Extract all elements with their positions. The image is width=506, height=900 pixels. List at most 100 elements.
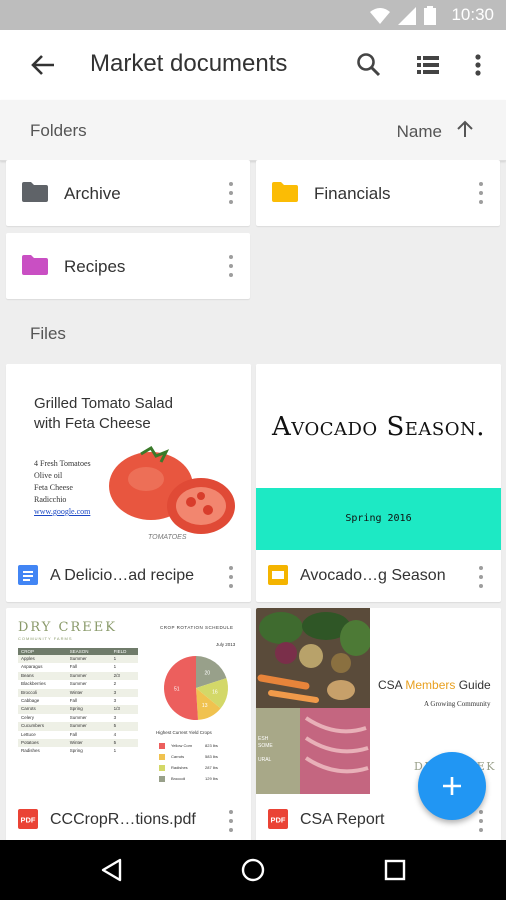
more-vert-icon[interactable] — [227, 182, 235, 204]
more-vert-icon[interactable] — [477, 810, 485, 832]
system-nav-bar — [0, 840, 506, 900]
nav-back-icon[interactable] — [100, 858, 124, 887]
status-time: 10:30 — [451, 5, 494, 24]
table-cell: Summer — [69, 681, 87, 687]
more-vert-icon[interactable] — [477, 182, 485, 204]
recipe-title-line1: Grilled Tomato Salad — [34, 395, 173, 412]
file-thumbnail: Avocado Season. Spring 2016 — [256, 364, 501, 550]
table-row: Broccoli Winter 3 — [18, 688, 138, 697]
svg-text:PDF: PDF — [21, 816, 36, 825]
table-cell: Winter — [69, 739, 83, 745]
file-name: Avocado…g Season — [300, 567, 446, 584]
recipe-title-line2: with Feta Cheese — [34, 415, 151, 432]
table-cell: Lettuce — [21, 731, 36, 737]
folder-archive[interactable]: Archive — [6, 160, 250, 226]
pdf-icon: PDF — [18, 809, 38, 829]
folder-recipes[interactable]: Recipes — [6, 233, 250, 299]
table-row: Blackberries Summer 2 — [18, 680, 138, 689]
table-cell: Potatoes — [21, 739, 39, 745]
file-thumbnail: DRY CREEK COMMUNITY FARMS CROP ROTATION … — [6, 608, 251, 794]
table-cell: Fall — [69, 697, 78, 703]
legend-item: Broccoli 129 lbs — [159, 773, 218, 784]
table-cell: 1 — [113, 656, 117, 661]
nav-home-icon[interactable] — [241, 858, 265, 887]
csa-title-b: Members — [405, 678, 456, 692]
folder-icon — [22, 255, 48, 275]
legend-swatch — [159, 764, 165, 771]
file-card-recipe[interactable]: Grilled Tomato Salad with Feta Cheese 4 … — [6, 364, 251, 602]
table-cell: Winter — [69, 689, 83, 695]
ingredient: Feta Cheese — [34, 483, 73, 492]
file-footer: PDF CCCropR…tions.pdf — [6, 794, 251, 844]
legend-label: Broccoli — [171, 776, 186, 781]
table-cell: Fall — [69, 664, 78, 670]
table-cell: 1 — [113, 664, 117, 670]
more-vert-icon[interactable] — [227, 810, 235, 832]
add-button[interactable] — [418, 752, 486, 820]
csa-title: CSA Members Guide — [378, 678, 491, 692]
table-cell: 3 — [113, 689, 117, 695]
folder-label: Archive — [64, 184, 121, 203]
nav-recents-icon[interactable] — [384, 859, 406, 886]
docs-icon — [18, 565, 38, 585]
sort-bar: Folders Name — [0, 100, 506, 161]
table-cell: Cucumbers — [21, 723, 45, 729]
vegetables-photo — [256, 608, 372, 799]
more-vert-icon[interactable] — [227, 255, 235, 277]
folder-label: Recipes — [64, 257, 126, 276]
pie-label: 16 — [212, 690, 218, 696]
table-cell: Fall — [69, 731, 78, 737]
ingredient: Olive oil — [34, 471, 63, 480]
sort-by-name-button[interactable]: Name — [397, 120, 474, 143]
list-view-icon[interactable] — [413, 50, 443, 80]
table-cell: 1 — [113, 748, 117, 754]
file-card-crop-rotations[interactable]: DRY CREEK COMMUNITY FARMS CROP ROTATION … — [6, 608, 251, 844]
pie-label: 51 — [174, 687, 180, 693]
table-cell: 5 — [113, 739, 117, 745]
status-bar: 10:30 — [0, 0, 506, 30]
csa-title-a: CSA — [378, 678, 406, 692]
file-name: CSA Report — [300, 811, 385, 828]
legend-swatch — [159, 753, 165, 760]
table-cell: 3 — [113, 697, 117, 703]
arrow-up-icon — [456, 120, 474, 143]
legend-value: 823 lbs — [205, 743, 218, 748]
farm-subtitle: COMMUNITY FARMS — [18, 636, 73, 641]
ingredient: 4 Fresh Tomatoes — [34, 459, 91, 468]
table-cell: 1/3 — [113, 706, 120, 712]
more-vert-icon[interactable] — [466, 50, 496, 80]
app-bar: Market documents — [0, 30, 506, 101]
file-footer: A Delicio…ad recipe — [6, 550, 251, 602]
yield-title: Highest Current Yield Crops — [156, 730, 212, 735]
table-header-cell: CROP — [21, 649, 35, 654]
pie-label: 20 — [205, 670, 211, 676]
table-cell: Spring — [69, 706, 83, 712]
table-cell: Summer — [69, 656, 87, 661]
table-cell: 2/3 — [113, 672, 120, 678]
pie-label: 13 — [202, 703, 208, 709]
legend-swatch — [159, 742, 165, 749]
table-cell: Blackberries — [21, 681, 46, 687]
table-cell: Carrots — [21, 706, 36, 712]
sort-label: Name — [396, 121, 442, 141]
table-cell: Spring — [69, 748, 83, 754]
slide-title: Avocado Season. — [272, 412, 485, 442]
photo-side-text: ESH SOME URAL — [258, 736, 273, 763]
legend-label: Radishes — [171, 765, 188, 770]
table-cell: Radishes — [21, 748, 40, 754]
search-icon[interactable] — [354, 50, 384, 80]
legend-item: Carrots 583 lbs — [159, 751, 218, 762]
ingredient: Radicchio — [34, 495, 67, 504]
folder-icon — [272, 182, 298, 202]
table-row: Lettuce Fall 4 — [18, 730, 138, 739]
folder-financials[interactable]: Financials — [256, 160, 500, 226]
svg-text:PDF: PDF — [271, 816, 286, 825]
recipe-link: www.google.com — [34, 507, 91, 516]
file-card-avocado[interactable]: Avocado Season. Spring 2016 Avocado…g Se… — [256, 364, 501, 602]
table-row: Potatoes Winter 5 — [18, 738, 138, 748]
battery-icon — [424, 6, 436, 30]
more-vert-icon[interactable] — [227, 566, 235, 588]
back-arrow-icon[interactable] — [28, 50, 58, 80]
csa-subtitle: A Growing Community — [424, 700, 491, 708]
more-vert-icon[interactable] — [477, 566, 485, 588]
